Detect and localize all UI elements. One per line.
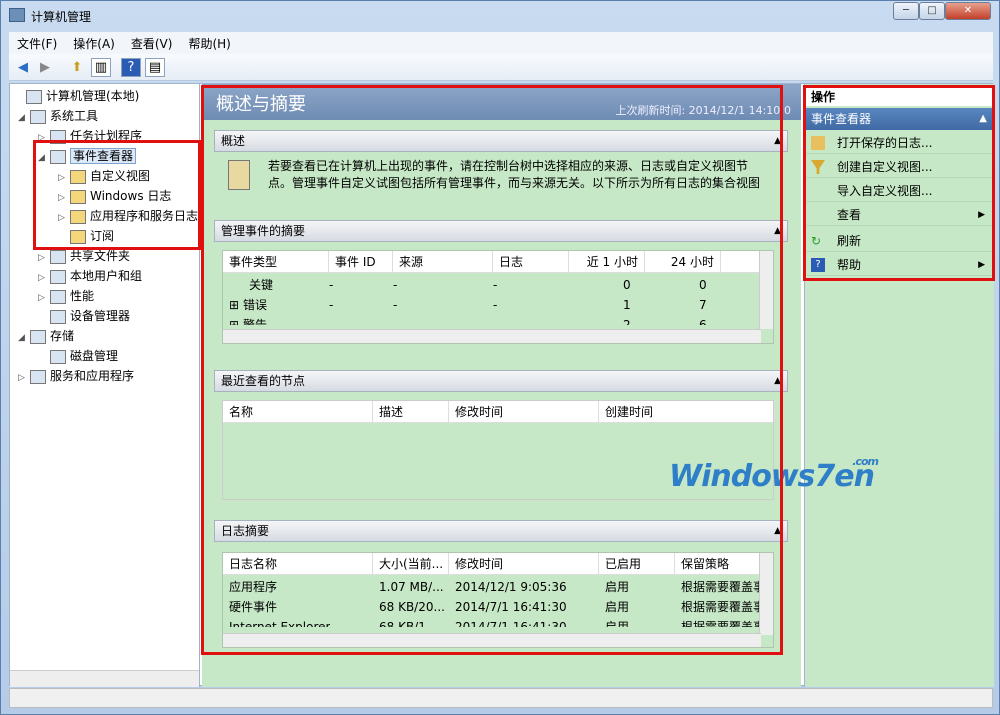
shared-folder-icon (50, 249, 66, 264)
services-icon (30, 369, 46, 384)
tree-item-system-tools[interactable]: ◢ 系统工具 (18, 106, 98, 126)
tree-item-services-apps[interactable]: ▷ 服务和应用程序 (18, 366, 134, 386)
tree-item-device-manager[interactable]: 设备管理器 (38, 306, 130, 326)
close-button[interactable]: ✕ (945, 2, 991, 20)
toolbar: ◀ ▶ ⬆ ▥ ? ▤ (9, 54, 993, 81)
up-folder-icon[interactable]: ⬆ (67, 58, 87, 77)
menu-file[interactable]: 文件(F) (9, 32, 65, 55)
minimize-button[interactable]: ─ (893, 2, 919, 20)
tree-horizontal-scrollbar[interactable] (10, 670, 199, 687)
menu-view[interactable]: 查看(V) (123, 32, 181, 55)
title-bar: 计算机管理 ─ □ ✕ (1, 1, 1000, 31)
tree-item-storage[interactable]: ◢ 存储 (18, 326, 74, 346)
tree-item-local-users[interactable]: ▷ 本地用户和组 (38, 266, 142, 286)
menu-bar: 文件(F) 操作(A) 查看(V) 帮助(H) (9, 32, 993, 54)
tree-item-performance[interactable]: ▷ 性能 (38, 286, 94, 306)
maximize-button[interactable]: □ (919, 2, 945, 20)
highlight-box-event-viewer (33, 140, 201, 250)
disk-icon (50, 349, 66, 364)
device-icon (50, 309, 66, 324)
window-title: 计算机管理 (31, 10, 92, 24)
computer-management-icon (9, 8, 25, 22)
tree-item-disk-management[interactable]: 磁盘管理 (38, 346, 118, 366)
highlight-box-center (201, 85, 783, 655)
storage-icon (30, 329, 46, 344)
main-window: 计算机管理 ─ □ ✕ 文件(F) 操作(A) 查看(V) 帮助(H) ◀ ▶ ⬆ ▥… (0, 0, 1000, 715)
tree-item-computer-management[interactable]: 计算机管理(本地) (14, 86, 139, 106)
show-action-pane-icon[interactable]: ▤ (145, 58, 165, 77)
forward-arrow-icon[interactable]: ▶ (35, 58, 55, 77)
users-icon (50, 269, 66, 284)
highlight-box-actions (803, 85, 995, 281)
menu-action[interactable]: 操作(A) (65, 32, 123, 55)
tools-icon (30, 109, 46, 124)
computer-icon (26, 89, 42, 104)
status-bar (9, 688, 993, 708)
show-hide-tree-icon[interactable]: ▥ (91, 58, 111, 77)
menu-help[interactable]: 帮助(H) (180, 32, 238, 55)
back-arrow-icon[interactable]: ◀ (13, 58, 33, 77)
performance-icon (50, 289, 66, 304)
help-icon[interactable]: ? (121, 58, 141, 77)
